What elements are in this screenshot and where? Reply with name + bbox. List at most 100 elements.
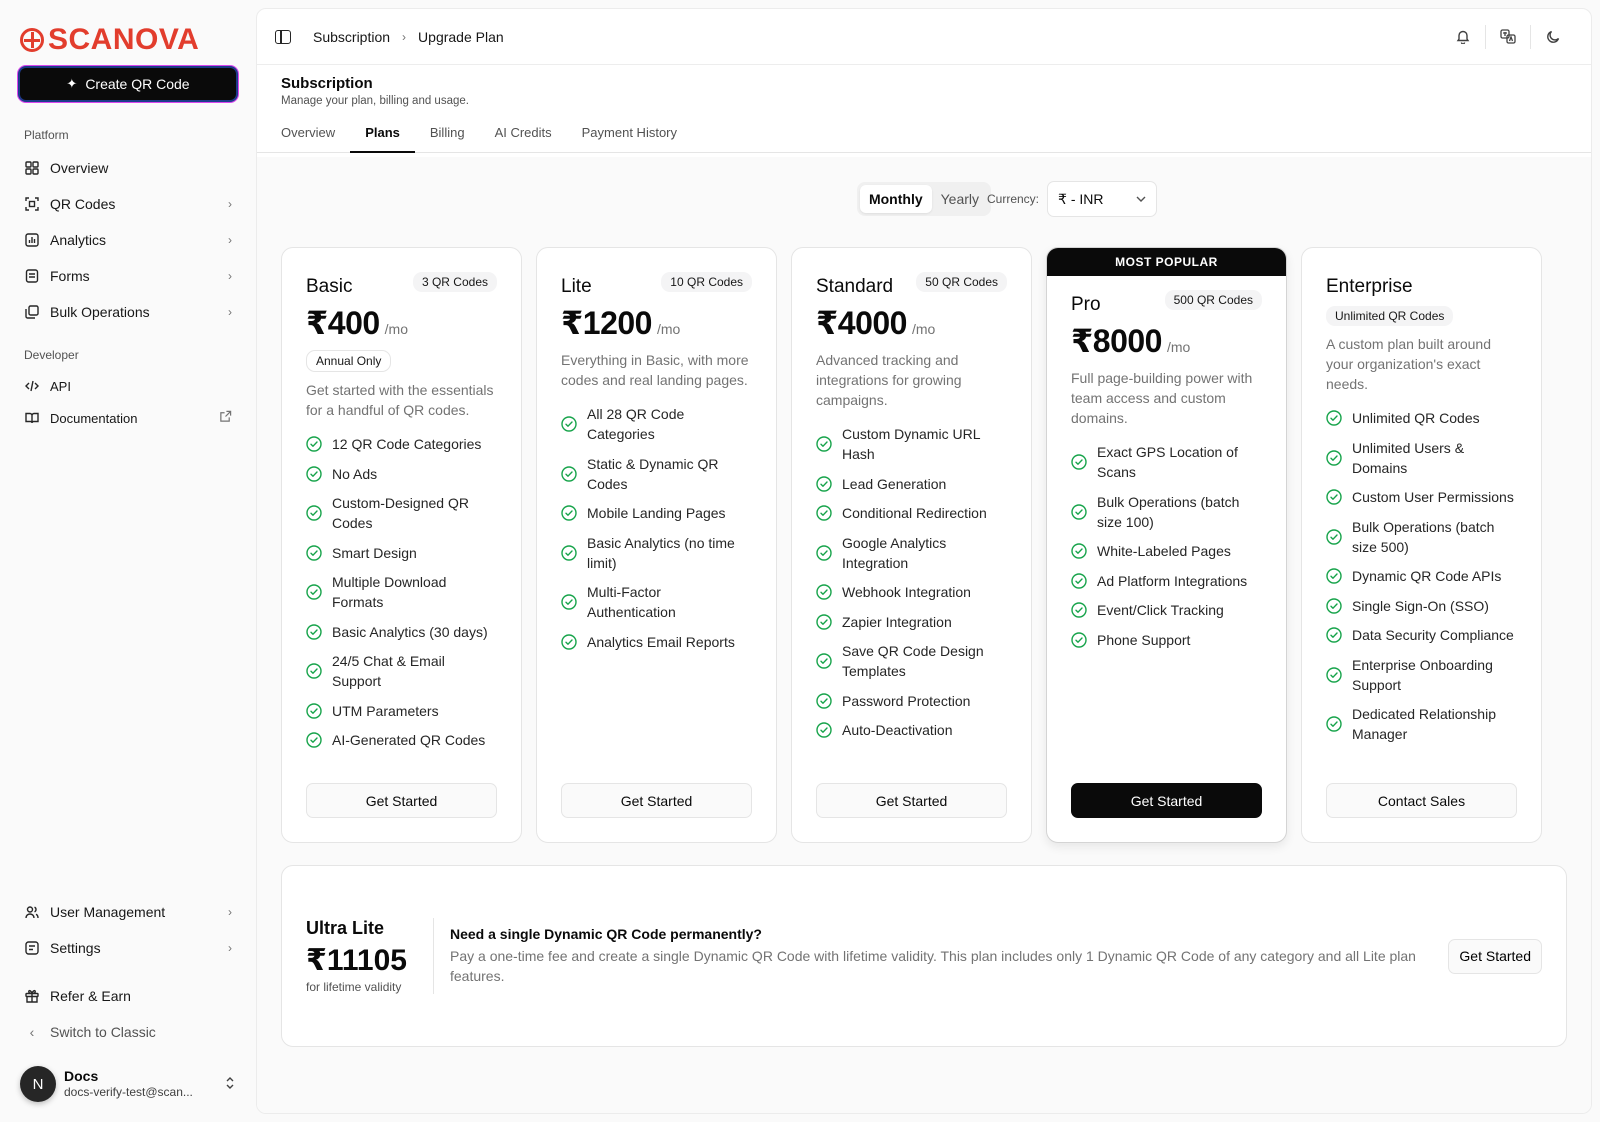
feature-label: Smart Design: [332, 544, 417, 561]
sidebar-item-label: Documentation: [50, 410, 138, 426]
card-head: Basic 3 QR Codes: [306, 272, 497, 298]
sidebar-toggle-icon[interactable]: [275, 29, 291, 44]
switch-to-classic-link[interactable]: ‹ Switch to Classic: [20, 1014, 236, 1050]
feature-item: Zapier Integration: [816, 612, 1007, 632]
settings-icon: [24, 940, 40, 956]
tab-overview[interactable]: Overview: [281, 125, 350, 152]
feature-item: No Ads: [306, 464, 497, 484]
feature-label: All 28 QR Code Categories: [587, 406, 685, 442]
feature-label: Exact GPS Location of Scans: [1097, 444, 1238, 480]
get-started-button[interactable]: Get Started: [561, 783, 752, 818]
ultra-lite-get-started-button[interactable]: Get Started: [1448, 938, 1542, 974]
sidebar-item-bulk-operations[interactable]: Bulk Operations ›: [20, 294, 236, 330]
form-icon: [24, 268, 40, 284]
qr-count-badge: 10 QR Codes: [661, 272, 752, 292]
create-qr-code-button[interactable]: ✦ Create QR Code: [20, 68, 236, 100]
chevron-right-icon: ›: [228, 233, 232, 247]
sidebar-item-documentation[interactable]: Documentation: [20, 402, 236, 434]
plan-description: Advanced tracking and integrations for g…: [816, 352, 962, 408]
currency-label: Currency:: [987, 192, 1040, 206]
plan-description: A custom plan built around your organiza…: [1326, 336, 1491, 392]
code-icon: [24, 378, 40, 394]
translate-icon[interactable]: [1486, 19, 1530, 55]
feature-item: All 28 QR Code Categories: [561, 404, 752, 444]
gift-icon: [24, 988, 40, 1004]
plan-price: ₹8000: [1071, 323, 1162, 359]
tab-payment-history[interactable]: Payment History: [567, 125, 692, 152]
sidebar-item-settings[interactable]: Settings ›: [20, 930, 236, 966]
price-row: ₹400 /mo: [306, 304, 497, 342]
avatar: N: [20, 1066, 56, 1102]
chevron-right-icon: ›: [228, 905, 232, 919]
check-circle-icon: [816, 584, 832, 600]
external-link-icon: [219, 410, 232, 426]
plan-description: Get started with the essentials for a ha…: [306, 382, 494, 418]
check-circle-icon: [561, 416, 577, 432]
tab-plans[interactable]: Plans: [350, 125, 415, 153]
page-title: Subscription: [281, 75, 373, 92]
check-circle-icon: [1326, 666, 1342, 683]
sidebar-item-overview[interactable]: Overview: [20, 150, 236, 186]
bell-icon[interactable]: [1441, 19, 1485, 55]
sidebar-item-forms[interactable]: Forms ›: [20, 258, 236, 294]
feature-label: 24/5 Chat & Email Support: [332, 653, 445, 689]
price-period: /mo: [911, 321, 936, 337]
plan-card-enterprise: Enterprise Unlimited QR Codes A custom p…: [1301, 247, 1542, 843]
tab-billing[interactable]: Billing: [415, 125, 480, 152]
feature-item: Unlimited Users & Domains: [1326, 438, 1517, 478]
check-circle-icon: [816, 613, 832, 630]
plan-controls: Monthly Yearly Currency: ₹ - INR: [281, 181, 1567, 217]
card-head: Pro 500 QR Codes: [1071, 290, 1262, 316]
feature-label: Bulk Operations (batch size 100): [1097, 493, 1240, 530]
qr-scan-icon: [24, 196, 40, 212]
feature-label: Custom-Designed QR Codes: [332, 495, 469, 531]
sidebar: SCANOVA ✦ Create QR Code Platform Overvi…: [0, 0, 256, 1122]
moon-icon[interactable]: [1531, 19, 1575, 55]
check-circle-icon: [1326, 489, 1342, 505]
user-menu[interactable]: N Docs docs-verify-test@scan...: [20, 1062, 236, 1106]
feature-item: Unlimited QR Codes: [1326, 408, 1517, 428]
developer-heading: Developer: [24, 348, 79, 362]
sidebar-item-api[interactable]: API: [20, 370, 236, 402]
feature-label: Data Security Compliance: [1352, 627, 1514, 643]
ultra-lite-price-block: Ultra Lite ₹11105 for lifetime validity: [306, 918, 434, 994]
feature-label: Multi-Factor Authentication: [587, 584, 676, 620]
feature-item: Custom-Designed QR Codes: [306, 493, 497, 533]
sidebar-bottom: User Management › Settings › Refer & Ear…: [20, 894, 236, 1106]
feature-item: Single Sign-On (SSO): [1326, 596, 1517, 616]
feature-label: Webhook Integration: [842, 584, 971, 600]
sidebar-item-analytics[interactable]: Analytics ›: [20, 222, 236, 258]
topbar-actions: [1441, 19, 1575, 55]
contact-sales-button[interactable]: Contact Sales: [1326, 783, 1517, 818]
yearly-option[interactable]: Yearly: [932, 185, 988, 213]
sidebar-item-user-management[interactable]: User Management ›: [20, 894, 236, 930]
switch-to-classic-label: Switch to Classic: [50, 1024, 156, 1040]
feature-label: Event/Click Tracking: [1097, 602, 1224, 618]
feature-label: Ad Platform Integrations: [1097, 572, 1248, 589]
feature-label: Phone Support: [1097, 631, 1191, 648]
tab-ai-credits[interactable]: AI Credits: [480, 125, 567, 152]
feature-label: Basic Analytics (30 days): [332, 623, 488, 640]
feature-label: 12 QR Code Categories: [332, 436, 482, 452]
feature-list: Custom Dynamic URL Hash Lead Generation Co…: [816, 424, 1007, 750]
feature-label: Password Protection: [842, 692, 971, 709]
currency-select[interactable]: ₹ - INR: [1047, 181, 1158, 217]
feature-label: AI-Generated QR Codes: [332, 732, 486, 748]
sidebar-item-refer-earn[interactable]: Refer & Earn: [20, 978, 236, 1014]
logo[interactable]: SCANOVA: [20, 20, 236, 60]
feature-item: AI-Generated QR Codes: [306, 730, 497, 750]
annual-only-badge: Annual Only: [306, 350, 392, 372]
breadcrumb-subscription[interactable]: Subscription: [313, 29, 390, 45]
feature-item: Basic Analytics (30 days): [306, 622, 497, 642]
get-started-button[interactable]: Get Started: [306, 783, 497, 818]
feature-item: Smart Design: [306, 543, 497, 563]
chevron-right-icon: ›: [228, 305, 232, 319]
get-started-button[interactable]: Get Started: [816, 783, 1007, 818]
sidebar-item-qr-codes[interactable]: QR Codes ›: [20, 186, 236, 222]
check-circle-icon: [816, 475, 832, 492]
plan-name: Lite: [561, 276, 592, 297]
monthly-option[interactable]: Monthly: [859, 185, 932, 213]
platform-heading: Platform: [24, 128, 69, 142]
get-started-button[interactable]: Get Started: [1071, 783, 1262, 818]
ultra-lite-question: Need a single Dynamic QR Code permanentl…: [450, 926, 762, 942]
